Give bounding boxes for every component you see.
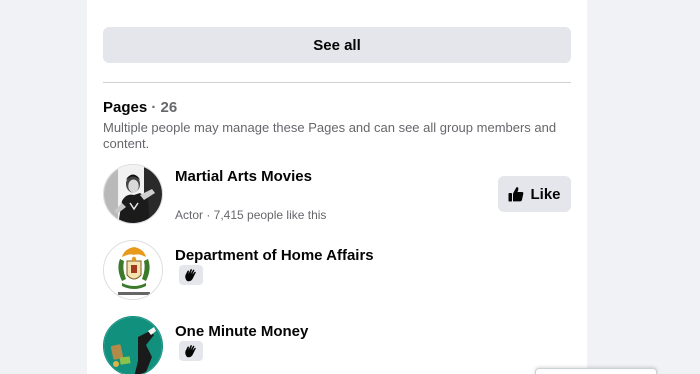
- page-row-martial-arts-movies: Martial Arts Movies Actor · 7,415 people…: [103, 164, 571, 224]
- pages-section-description: Multiple people may manage these Pages a…: [103, 120, 557, 151]
- one-minute-money-avatar[interactable]: [103, 316, 163, 374]
- page-name[interactable]: One Minute Money: [175, 323, 308, 340]
- page-name[interactable]: Department of Home Affairs: [175, 247, 374, 264]
- group-about-card: See all Pages · 26 Multiple people may m…: [87, 0, 587, 374]
- coat-of-arms-avatar[interactable]: [103, 240, 163, 300]
- pages-separator: ·: [151, 99, 157, 116]
- martial-arts-avatar[interactable]: [103, 164, 163, 224]
- like-button[interactable]: Like: [498, 176, 571, 212]
- thumbs-up-icon: [508, 186, 524, 202]
- wave-icon[interactable]: [179, 341, 203, 361]
- see-all-button[interactable]: See all: [103, 27, 571, 63]
- page-meta: Actor · 7,415 people like this: [175, 208, 327, 222]
- pages-title-label: Pages: [103, 99, 148, 116]
- page-row-department-of-home-affairs: Department of Home Affairs: [103, 240, 571, 300]
- pages-count: 26: [160, 99, 178, 116]
- page-name[interactable]: Martial Arts Movies: [175, 168, 312, 185]
- divider: [103, 82, 571, 83]
- popup-edge: [535, 368, 657, 374]
- wave-icon[interactable]: [179, 265, 203, 285]
- page-row-one-minute-money: One Minute Money: [103, 316, 571, 374]
- pages-section-title: Pages · 26: [103, 99, 177, 116]
- like-button-label: Like: [530, 185, 561, 203]
